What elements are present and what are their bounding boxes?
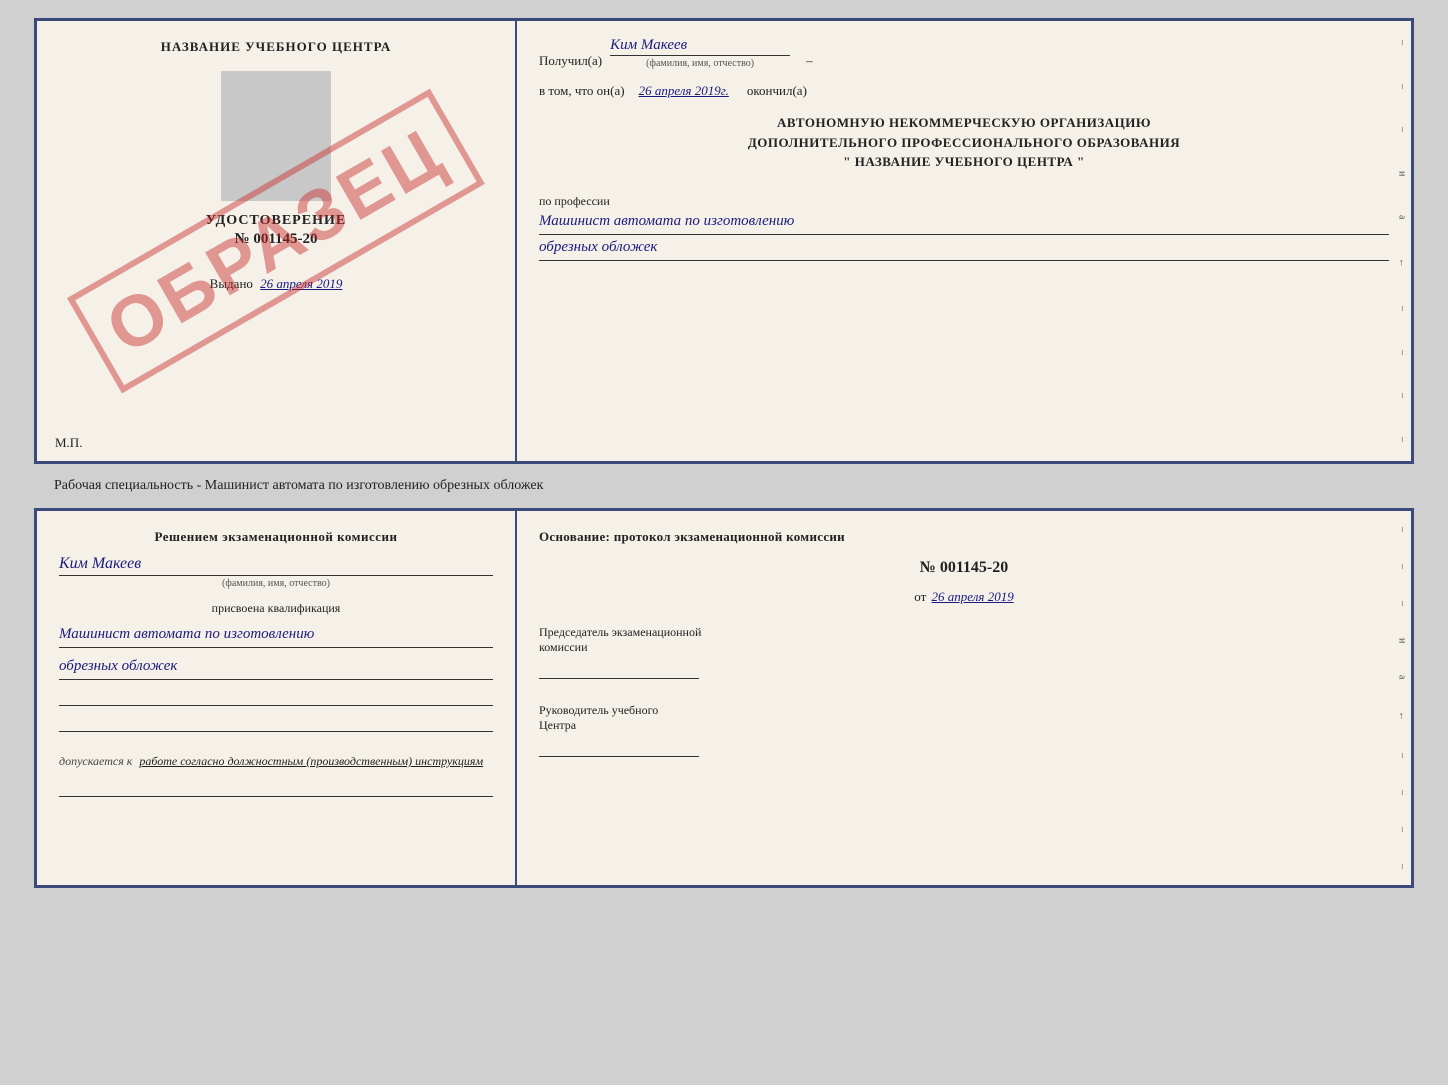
- qual-line1: Машинист автомата по изготовлению: [59, 624, 493, 648]
- b-edge-arrow: ←: [1397, 711, 1408, 721]
- top-center-title: НАЗВАНИЕ УЧЕБНОГО ЦЕНТРА: [161, 39, 392, 55]
- caption-text: Рабочая специальность - Машинист автомат…: [54, 478, 543, 494]
- bottom-line4: [59, 714, 493, 732]
- right-edge-marks: – – – и а ← – – – –: [1393, 21, 1411, 461]
- b-edge-7: –: [1397, 864, 1408, 869]
- edge-mark-4: –: [1397, 306, 1408, 311]
- edge-mark-6: –: [1397, 393, 1408, 398]
- chair-label-line2: комиссии: [539, 640, 588, 654]
- received-sub: (фамилия, имя, отчество): [610, 58, 790, 69]
- profession-line1: Машинист автомата по изготовлению: [539, 211, 1389, 235]
- chair-label-line1: Председатель экзаменационной: [539, 625, 701, 639]
- issued-date: 26 апреля 2019: [260, 276, 342, 291]
- edge-mark-i: и: [1397, 171, 1408, 176]
- in-that-label: в том, что он(а): [539, 83, 625, 99]
- finished-label: окончил(а): [747, 83, 807, 99]
- name-section: Ким Макеев (фамилия, имя, отчество): [59, 555, 493, 589]
- in-that-row: в том, что он(а) 26 апреля 2019г. окончи…: [539, 83, 1389, 99]
- received-row: Получил(а) Ким Макеев (фамилия, имя, отч…: [539, 37, 1389, 69]
- protocol-date-prefix: от: [914, 589, 926, 604]
- bottom-card-left: Решением экзаменационной комиссии Ким Ма…: [37, 511, 517, 885]
- допуск-value: работе согласно должностным (производств…: [139, 754, 483, 768]
- cert-number: № 001145-20: [235, 231, 318, 248]
- b-edge-1: –: [1397, 527, 1408, 532]
- bottom-name-sub: (фамилия, имя, отчество): [59, 578, 493, 589]
- edge-mark-5: –: [1397, 350, 1408, 355]
- issued-label: Выдано: [210, 276, 253, 291]
- chair-sig-line: [539, 657, 699, 679]
- finish-date: 26 апреля 2019г.: [639, 83, 729, 99]
- chair-label: Председатель экзаменационной комиссии: [539, 625, 1389, 655]
- bottom-line3: [59, 688, 493, 706]
- qual-line2: обрезных обложек: [59, 656, 493, 680]
- b-edge-4: –: [1397, 753, 1408, 758]
- profession-line2: обрезных обложек: [539, 237, 1389, 261]
- edge-mark-7: –: [1397, 437, 1408, 442]
- top-card-right: Получил(а) Ким Макеев (фамилия, имя, отч…: [517, 21, 1411, 461]
- b-edge-i: и: [1397, 638, 1408, 643]
- resolve-text: Решением экзаменационной комиссии: [59, 529, 493, 545]
- received-group: Ким Макеев (фамилия, имя, отчество): [610, 37, 790, 69]
- edge-mark-arrow: ←: [1397, 258, 1408, 268]
- head-label-line2: Центра: [539, 718, 576, 732]
- edge-mark-3: –: [1397, 127, 1408, 132]
- b-edge-2: –: [1397, 564, 1408, 569]
- edge-mark-2: –: [1397, 84, 1408, 89]
- org-line2: ДОПОЛНИТЕЛЬНОГО ПРОФЕССИОНАЛЬНОГО ОБРАЗО…: [539, 133, 1389, 153]
- bottom-line5: [59, 779, 493, 797]
- bottom-document-card: Решением экзаменационной комиссии Ким Ма…: [34, 508, 1414, 888]
- bottom-name: Ким Макеев: [59, 555, 493, 576]
- org-block: АВТОНОМНУЮ НЕКОММЕРЧЕСКУЮ ОРГАНИЗАЦИЮ ДО…: [539, 113, 1389, 172]
- photo-placeholder: [221, 71, 331, 201]
- b-edge-a: а: [1397, 675, 1408, 679]
- mp-label: М.П.: [55, 435, 82, 451]
- bottom-card-right: Основание: протокол экзаменационной коми…: [517, 511, 1411, 885]
- top-document-card: НАЗВАНИЕ УЧЕБНОГО ЦЕНТРА УДОСТОВЕРЕНИЕ №…: [34, 18, 1414, 464]
- dash1: –: [806, 53, 813, 69]
- edge-mark-1: –: [1397, 40, 1408, 45]
- head-sig-line: [539, 735, 699, 757]
- b-edge-3: –: [1397, 601, 1408, 606]
- допуск-row: допускается к работе согласно должностны…: [59, 754, 493, 769]
- org-line1: АВТОНОМНУЮ НЕКОММЕРЧЕСКУЮ ОРГАНИЗАЦИЮ: [539, 113, 1389, 133]
- head-sig-block: Руководитель учебного Центра: [539, 703, 1389, 757]
- edge-mark-a: а: [1397, 215, 1408, 219]
- protocol-date: от 26 апреля 2019: [539, 589, 1389, 605]
- protocol-date-value: 26 апреля 2019: [932, 589, 1014, 604]
- chair-sig-block: Председатель экзаменационной комиссии: [539, 625, 1389, 679]
- head-label-line1: Руководитель учебного: [539, 703, 658, 717]
- base-label: Основание: протокол экзаменационной коми…: [539, 529, 1389, 545]
- допуск-prefix: допускается к: [59, 754, 132, 768]
- head-label: Руководитель учебного Центра: [539, 703, 1389, 733]
- cert-label: УДОСТОВЕРЕНИЕ: [206, 213, 346, 229]
- profession-section: по профессии Машинист автомата по изгото…: [539, 188, 1389, 261]
- b-edge-6: –: [1397, 827, 1408, 832]
- b-edge-5: –: [1397, 790, 1408, 795]
- profession-label: по профессии: [539, 194, 1389, 209]
- issued-row: Выдано 26 апреля 2019: [210, 276, 343, 292]
- org-line3: " НАЗВАНИЕ УЧЕБНОГО ЦЕНТРА ": [539, 152, 1389, 172]
- received-label: Получил(а): [539, 53, 602, 69]
- assigned-label: присвоена квалификация: [59, 601, 493, 616]
- protocol-num: № 001145-20: [539, 559, 1389, 577]
- received-name: Ким Макеев: [610, 37, 790, 56]
- top-card-left: НАЗВАНИЕ УЧЕБНОГО ЦЕНТРА УДОСТОВЕРЕНИЕ №…: [37, 21, 517, 461]
- bottom-right-edge-marks: – – – и а ← – – – –: [1393, 511, 1411, 885]
